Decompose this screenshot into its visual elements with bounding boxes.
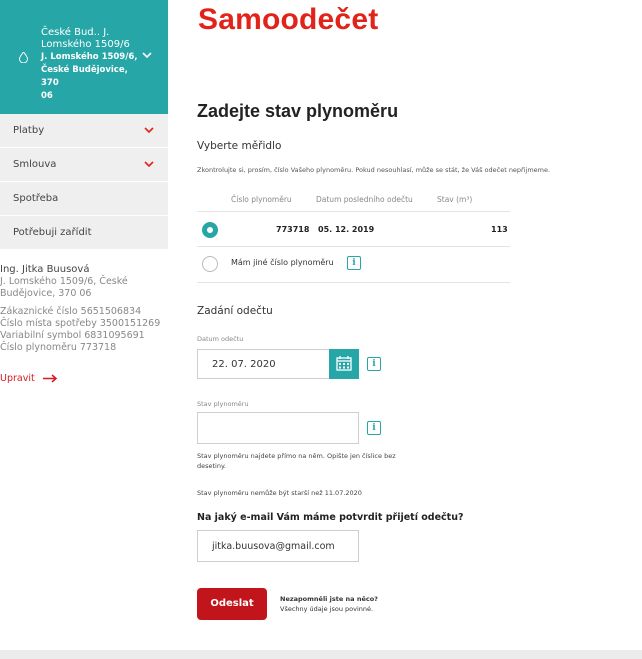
page: České Bud.. J. Lomského 1509/6 J. Lomské… [0,0,642,659]
customer-address-line-1: J. Lomského 1509/6, České [0,276,128,287]
state-note: Stav plynoměru najdete přímo na něm. Opi… [197,451,396,471]
edit-link-label: Upravit [0,373,35,384]
state-note-line-2: desetiny. [197,462,226,470]
other-meter-label: Mám jiné číslo plynoměru [231,258,334,267]
email-value: jitka.buusova@gmail.com [212,541,335,552]
section-title: Zadejte stav plynoměru [197,101,399,121]
sidebar-item-label: Spotřeba [13,193,59,204]
state-field-caption: Stav plynoměru [197,400,249,408]
sidebar-item-smlouva[interactable]: Smlouva [0,148,168,182]
customer-name: Ing. Jitka Buusová [0,264,90,275]
place-line-4: České Budějovice, 370 [41,65,128,88]
meter-row-date: 05. 12. 2019 [318,225,375,234]
column-header-state: Stav (m³) [437,195,473,204]
calendar-button[interactable] [329,349,359,379]
age-note: Stav plynoměru nemůže být starší než 11.… [197,489,362,497]
meter-select-label: Vyberte měřidlo [197,140,282,152]
reading-date-input[interactable]: 22. 07. 2020 [197,349,359,379]
column-header-last-date: Datum posledního odečtu [316,195,413,204]
place-number: Číslo místa spotřeby 3500151269 [0,318,161,329]
info-icon[interactable]: i [367,421,381,435]
submit-note-text: Všechny údaje jsou povinné. [280,605,374,613]
drop-icon [19,52,28,63]
variable-symbol: Variabilní symbol 6831095691 [0,330,145,341]
consumption-place-selector[interactable]: České Bud.. J. Lomského 1509/6 J. Lomské… [0,0,168,114]
customer-number: Zákaznické číslo 5651506834 [0,306,142,317]
email-input[interactable]: jitka.buusova@gmail.com [197,530,359,562]
sidebar-item-spotreba[interactable]: Spotřeba [0,182,168,216]
meter-state-input[interactable] [197,412,359,444]
page-title: Samoodečet [198,3,379,36]
place-line-1: České Bud.. J. [41,27,110,38]
sidebar-nav: Platby Smlouva Spotřeba Potřebuji zařídi… [0,114,168,250]
sidebar-item-label: Smlouva [13,159,57,170]
chevron-down-icon [144,127,154,134]
meter-number: Číslo plynoměru 773718 [0,342,117,353]
submit-button[interactable]: Odeslat [197,588,267,620]
date-field-caption: Datum odečtu [197,335,244,343]
meter-row[interactable]: 773718 05. 12. 2019 113 [197,211,510,247]
state-note-line-1: Stav plynoměru najdete přímo na něm. Opi… [197,452,396,460]
sidebar-item-label: Potřebuji zařídit [13,227,92,238]
other-meter-row[interactable]: Mám jiné číslo plynoměru i [197,247,510,283]
meter-row-number: 773718 [276,225,310,234]
customer-info: Ing. Jitka Buusová J. Lomského 1509/6, Č… [0,264,168,354]
arrow-right-icon [42,374,57,383]
calendar-icon [336,356,352,371]
submit-note: Nezapomněli jste na něco? Všechny údaje … [280,594,378,614]
sidebar-item-potrebuji-zaridit[interactable]: Potřebuji zařídit [0,216,168,250]
sidebar: České Bud.. J. Lomského 1509/6 J. Lomské… [0,0,168,650]
place-line-5: 06 [41,91,53,101]
chevron-down-icon [142,52,152,59]
meter-row-state: 113 [491,225,508,234]
sidebar-item-label: Platby [13,125,45,136]
place-line-3: J. Lomského 1509/6, [41,52,138,62]
customer-address-line-2: Budějovice, 370 06 [0,288,92,299]
chevron-down-icon [144,161,154,168]
info-icon[interactable]: i [347,256,361,270]
reading-heading: Zadání odečtu [197,305,273,317]
meter-radio-selected[interactable] [202,222,218,238]
place-line-2: Lomského 1509/6 [41,39,130,50]
reading-date-value: 22. 07. 2020 [212,359,276,370]
place-address: České Bud.. J. Lomského 1509/6 J. Lomské… [41,27,143,103]
edit-link[interactable]: Upravit [0,373,58,384]
sidebar-item-platby[interactable]: Platby [0,114,168,148]
page-bottom-band [0,650,642,659]
email-question: Na jaký e-mail Vám máme potvrdit přijetí… [197,512,464,523]
other-meter-radio[interactable] [202,256,218,272]
column-header-meter: Číslo plynoměru [231,195,292,204]
meter-select-hint: Zkontrolujte si, prosím, číslo Vašeho pl… [197,166,551,174]
submit-note-title: Nezapomněli jste na něco? [280,595,378,603]
info-icon[interactable]: i [367,357,381,371]
